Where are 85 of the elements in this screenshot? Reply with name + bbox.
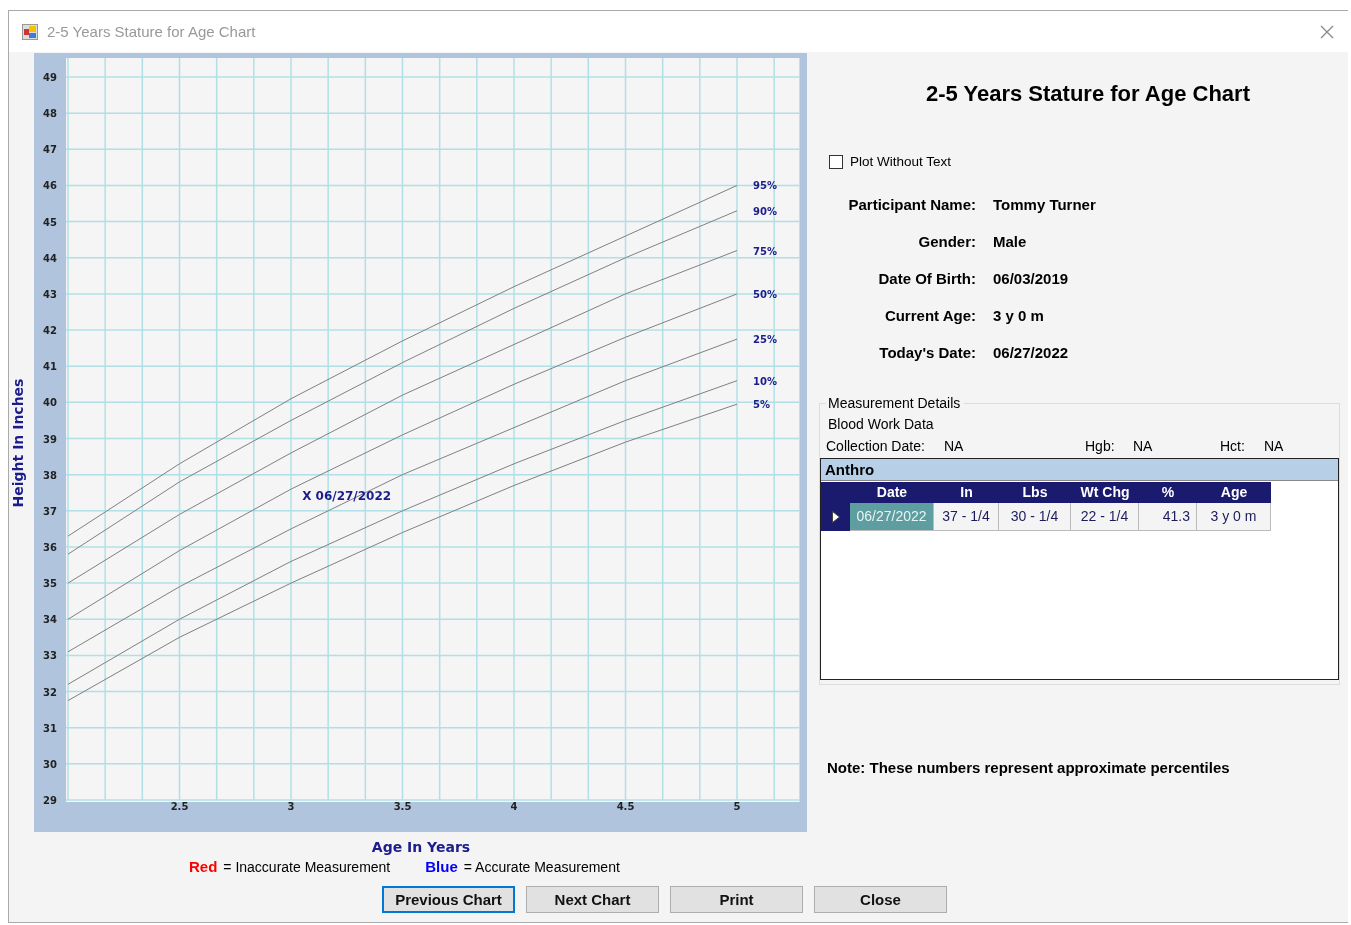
y-tick-label: 30 (43, 758, 57, 770)
percentile-label: 95% (753, 180, 777, 192)
y-tick-label: 35 (43, 578, 57, 590)
field-value: Male (993, 233, 1028, 250)
checkbox-label[interactable]: Plot Without Text (850, 154, 952, 169)
table-cell: 37 - 1/4 (934, 503, 999, 531)
y-tick-label: 36 (43, 541, 57, 553)
y-tick-label: 45 (43, 216, 57, 228)
y-tick-label: 47 (43, 144, 57, 156)
blood-value: NA (1133, 438, 1153, 454)
blood-value: NA (1264, 438, 1284, 454)
group-title: Measurement Details (826, 395, 965, 411)
y-tick-label: 37 (43, 505, 57, 517)
field-label: Date Of Birth: (877, 270, 976, 287)
percentile-label: 90% (753, 205, 777, 217)
field-value: Tommy Turner (993, 196, 1097, 213)
row-header[interactable] (821, 503, 850, 531)
percentile-label: 75% (753, 245, 777, 257)
measurement-marker: X 06/27/2022 (302, 488, 392, 503)
column-header[interactable]: Lbs (999, 482, 1071, 503)
percentile-label: 10% (753, 375, 777, 387)
field-label: Participant Name: (847, 196, 976, 213)
dialog-button[interactable]: Close (814, 886, 947, 913)
x-tick-label: 4.5 (616, 801, 635, 812)
dialog-button[interactable]: Next Chart (526, 886, 659, 913)
percentile-label: 50% (753, 288, 777, 300)
percentile-label: 5% (753, 399, 770, 411)
note-text: Note: These numbers represent approximate percentiles (827, 759, 1231, 776)
y-tick-label: 44 (43, 252, 57, 264)
x-tick-label: 5 (733, 801, 741, 812)
x-tick-label: 2.5 (170, 801, 189, 812)
y-tick-label: 48 (43, 108, 57, 120)
legend-key: Red (189, 858, 218, 875)
field-value: 3 y 0 m (993, 307, 1045, 324)
y-tick-label: 49 (43, 72, 57, 83)
table-cell: 3 y 0 m (1197, 503, 1271, 531)
table-cell: 41.3 (1139, 503, 1197, 531)
current-row-icon (830, 510, 841, 524)
y-tick-label: 43 (43, 288, 57, 300)
y-tick-label: 42 (43, 325, 57, 337)
column-header[interactable]: % (1139, 482, 1197, 503)
y-tick-label: 46 (43, 180, 57, 192)
blood-label: Hct: (1220, 438, 1245, 454)
checkbox[interactable] (829, 154, 843, 169)
field-label: Current Age: (883, 307, 976, 324)
close-icon[interactable] (1320, 24, 1334, 39)
legend-text: = Inaccurate Measurement (223, 859, 391, 875)
blood-label: Hgb: (1085, 438, 1115, 454)
y-tick-label: 29 (43, 795, 57, 806)
x-axis-title: Age In Years (371, 839, 471, 855)
app-icon (22, 23, 38, 40)
y-axis-title: Height In Inches (10, 378, 26, 508)
table-cell: 30 - 1/4 (999, 503, 1071, 531)
dialog-button[interactable]: Previous Chart (382, 886, 515, 913)
column-header[interactable]: Wt Chg (1071, 482, 1139, 503)
dialog-button[interactable]: Print (670, 886, 803, 913)
y-tick-label: 38 (43, 469, 57, 481)
y-tick-label: 41 (43, 361, 57, 373)
window-title: 2-5 Years Stature for Age Chart (47, 23, 256, 40)
grid-caption: Anthro (821, 459, 1338, 481)
column-header[interactable]: Age (1197, 482, 1271, 503)
blood-label: Collection Date: (826, 438, 925, 454)
y-tick-label: 31 (43, 722, 57, 734)
legend-key: Blue (425, 858, 458, 875)
field-value: 06/03/2019 (993, 270, 1070, 287)
y-tick-label: 32 (43, 686, 57, 698)
y-tick-label: 40 (43, 397, 57, 409)
table-cell: 06/27/2022 (850, 503, 934, 531)
field-value: 06/27/2022 (993, 344, 1070, 361)
y-tick-label: 39 (43, 433, 57, 445)
blood-value: NA (944, 438, 964, 454)
chart-title: 2-5 Years Stature for Age Chart (925, 81, 1251, 107)
field-label: Today's Date: (878, 344, 976, 361)
x-tick-label: 4 (510, 801, 518, 812)
legend-text: = Accurate Measurement (463, 859, 620, 875)
x-tick-label: 3 (287, 801, 295, 812)
y-tick-label: 34 (43, 614, 57, 626)
y-tick-label: 33 (43, 650, 57, 662)
field-label: Gender: (917, 233, 976, 250)
column-header[interactable]: In (934, 482, 999, 503)
column-header[interactable]: Date (850, 482, 934, 503)
table-cell: 22 - 1/4 (1071, 503, 1139, 531)
percentile-label: 25% (753, 334, 777, 346)
section-label: Blood Work Data (828, 416, 935, 432)
x-tick-label: 3.5 (393, 801, 412, 812)
